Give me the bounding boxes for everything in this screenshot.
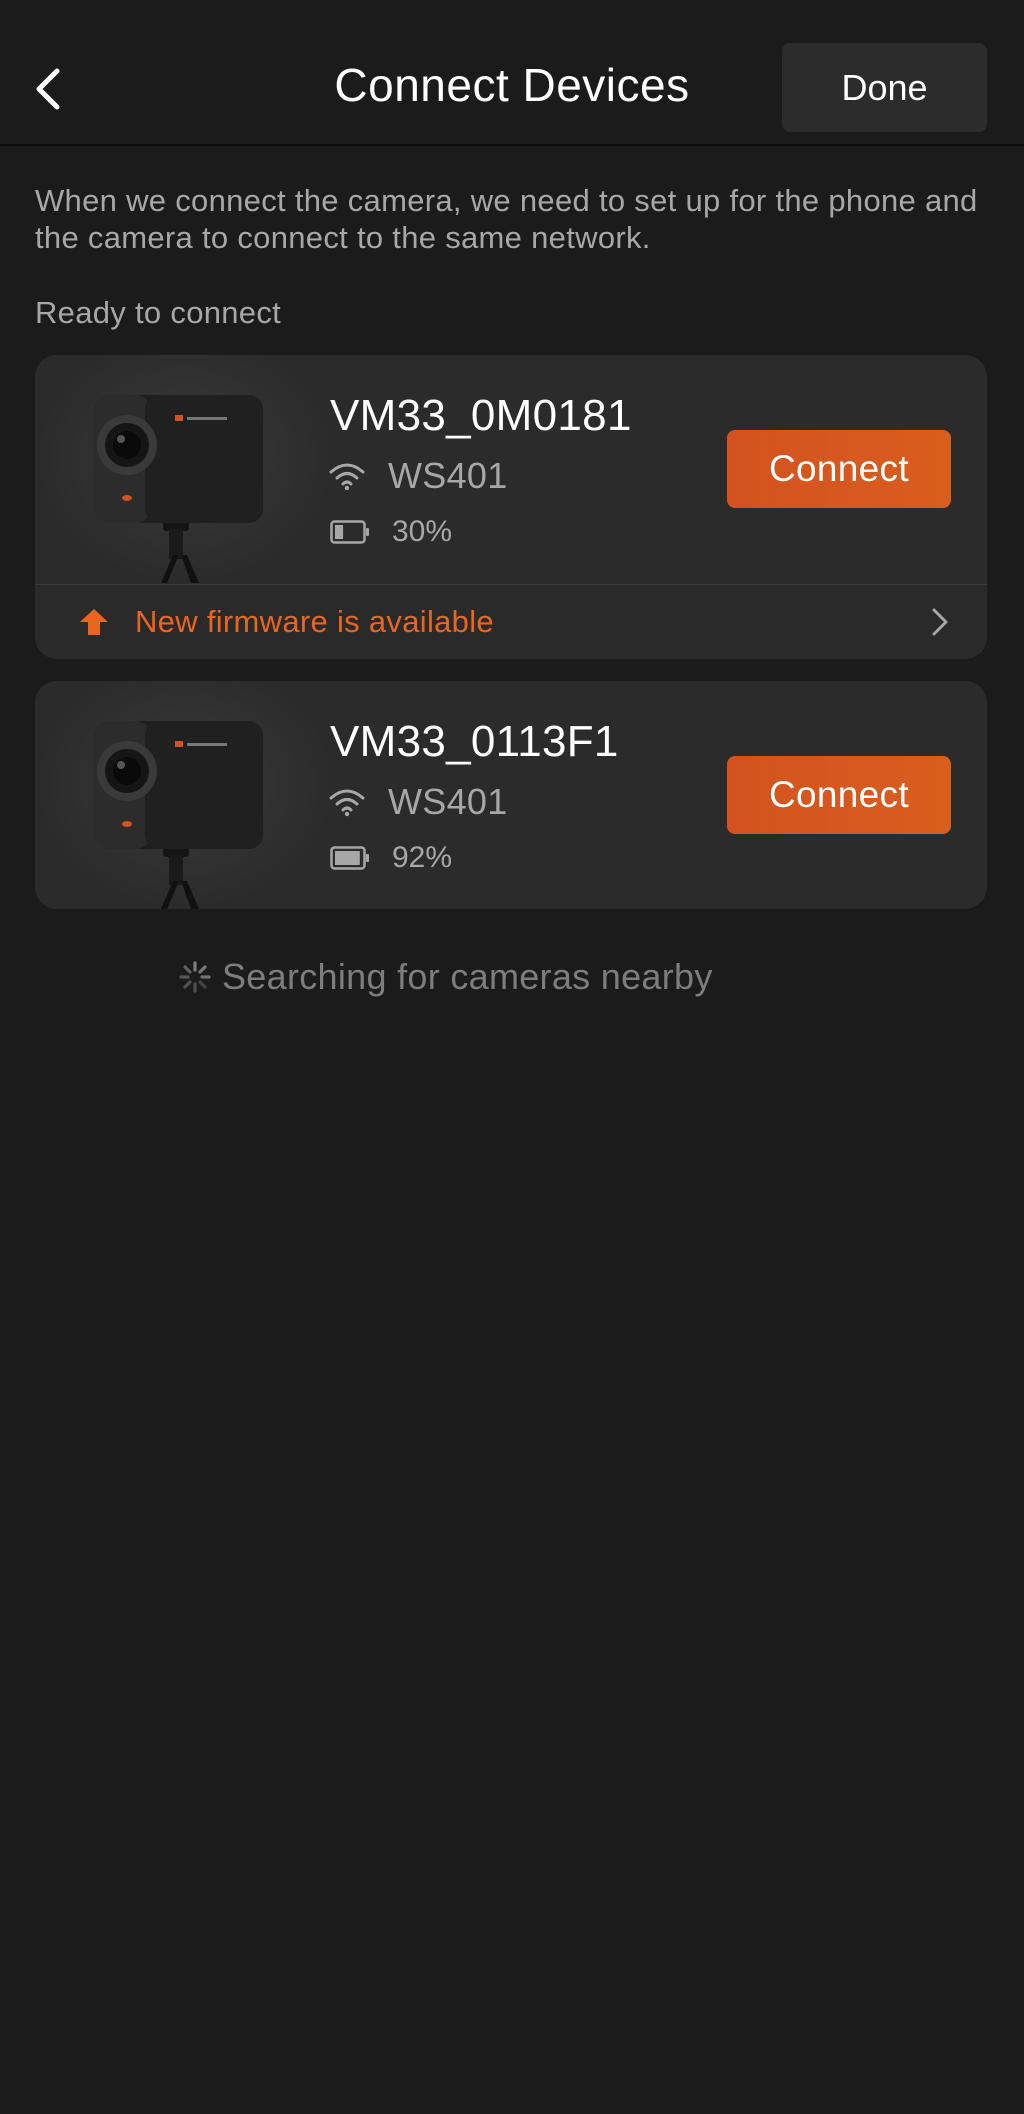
- upload-arrow-icon: [80, 609, 108, 635]
- network-name: WS401: [388, 455, 508, 496]
- wifi-icon: [329, 463, 365, 491]
- connect-button[interactable]: Connect: [727, 756, 951, 834]
- device-name: VM33_0M0181: [330, 391, 632, 440]
- spinner-icon: [179, 961, 211, 993]
- network-name: WS401: [388, 781, 508, 822]
- header-bar: Connect Devices Done: [0, 0, 1024, 146]
- instructions-text: When we connect the camera, we need to s…: [35, 183, 978, 255]
- chevron-right-icon: [932, 608, 948, 636]
- camera-image: [35, 681, 335, 909]
- battery-percent: 92%: [392, 841, 453, 874]
- firmware-update-row[interactable]: New firmware is available: [35, 584, 987, 659]
- device-card: VM33_0M0181 WS401 30% Connect New firmwa…: [35, 355, 987, 659]
- network-info: WS401: [328, 781, 508, 823]
- network-info: WS401: [328, 455, 508, 497]
- firmware-notice: New firmware is available: [135, 604, 494, 639]
- battery-icon: [330, 846, 369, 870]
- camera-image: [35, 355, 335, 583]
- device-card: VM33_0113F1 WS401 92% Connect: [35, 681, 987, 909]
- connect-button[interactable]: Connect: [727, 430, 951, 508]
- section-label: Ready to connect: [35, 295, 282, 330]
- done-button[interactable]: Done: [782, 43, 987, 132]
- battery-percent: 30%: [392, 515, 453, 548]
- device-name: VM33_0113F1: [330, 717, 619, 766]
- searching-status: Searching for cameras nearby: [178, 956, 713, 998]
- wifi-icon: [329, 789, 365, 817]
- battery-icon: [330, 520, 369, 544]
- searching-text: Searching for cameras nearby: [222, 956, 713, 997]
- battery-info: 92%: [330, 841, 452, 875]
- battery-info: 30%: [330, 515, 452, 549]
